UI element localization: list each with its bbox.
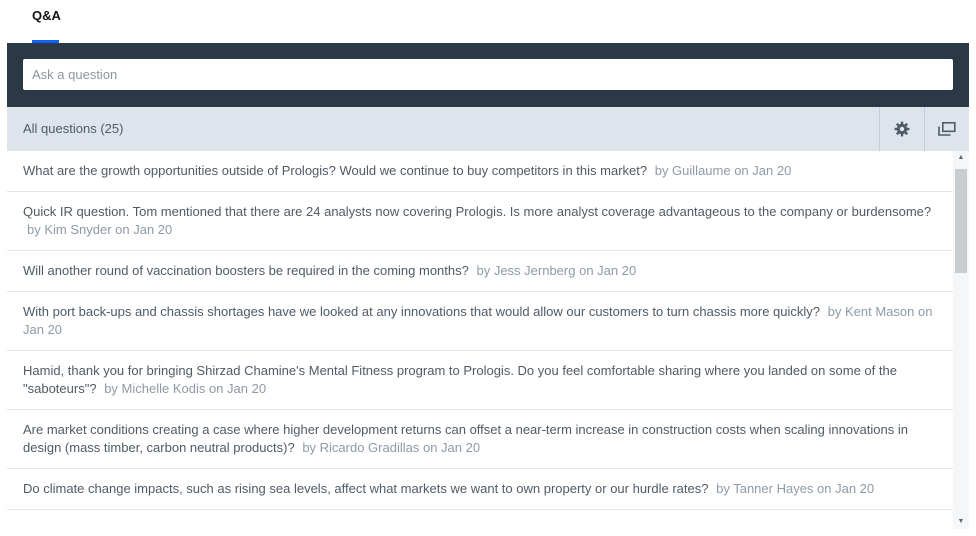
question-author-date: by Guillaume on Jan 20 xyxy=(654,163,792,178)
settings-button[interactable] xyxy=(879,107,924,151)
question-item[interactable]: With port back-ups and chassis shortages… xyxy=(7,292,953,351)
question-author-date: by Jess Jernberg on Jan 20 xyxy=(476,263,637,278)
question-text: Quick IR question. Tom mentioned that th… xyxy=(23,204,932,219)
scrollbar-thumb[interactable] xyxy=(955,169,967,273)
all-questions-filter[interactable]: All questions (25) xyxy=(23,107,123,151)
question-item[interactable]: What are the growth opportunities outsid… xyxy=(7,151,953,192)
question-author-date: by Ricardo Gradillas on Jan 20 xyxy=(302,440,481,455)
question-author-date: by Michelle Kodis on Jan 20 xyxy=(104,381,267,396)
gear-icon xyxy=(894,121,910,137)
question-item[interactable]: Hamid, thank you for bringing Shirzad Ch… xyxy=(7,351,953,410)
tab-bar: Q&A xyxy=(0,0,976,43)
question-author-date: by Tanner Hayes on Jan 20 xyxy=(716,481,875,496)
tab-qa[interactable]: Q&A xyxy=(32,0,61,43)
question-list-scrollbar[interactable]: ▲ ▼ xyxy=(953,151,969,529)
scroll-up-icon[interactable]: ▲ xyxy=(953,151,969,165)
ask-question-input[interactable] xyxy=(23,59,953,90)
question-item[interactable]: Will another round of vaccination booste… xyxy=(7,251,953,292)
ask-question-panel xyxy=(7,43,969,107)
question-item[interactable]: Are market conditions creating a case wh… xyxy=(7,410,953,469)
question-item[interactable]: Quick IR question. Tom mentioned that th… xyxy=(7,192,953,251)
scroll-down-icon[interactable]: ▼ xyxy=(953,515,969,529)
questions-filter-bar: All questions (25) xyxy=(7,107,969,151)
question-item[interactable]: Do climate change impacts, such as risin… xyxy=(7,469,953,510)
question-text: Do climate change impacts, such as risin… xyxy=(23,481,709,496)
question-text: With port back-ups and chassis shortages… xyxy=(23,304,821,319)
question-author-date: by Kim Snyder on Jan 20 xyxy=(27,222,173,237)
popout-window-icon xyxy=(938,122,956,136)
popout-button[interactable] xyxy=(924,107,969,151)
question-text: What are the growth opportunities outsid… xyxy=(23,163,648,178)
question-list: What are the growth opportunities outsid… xyxy=(7,151,953,529)
question-text: Will another round of vaccination booste… xyxy=(23,263,469,278)
